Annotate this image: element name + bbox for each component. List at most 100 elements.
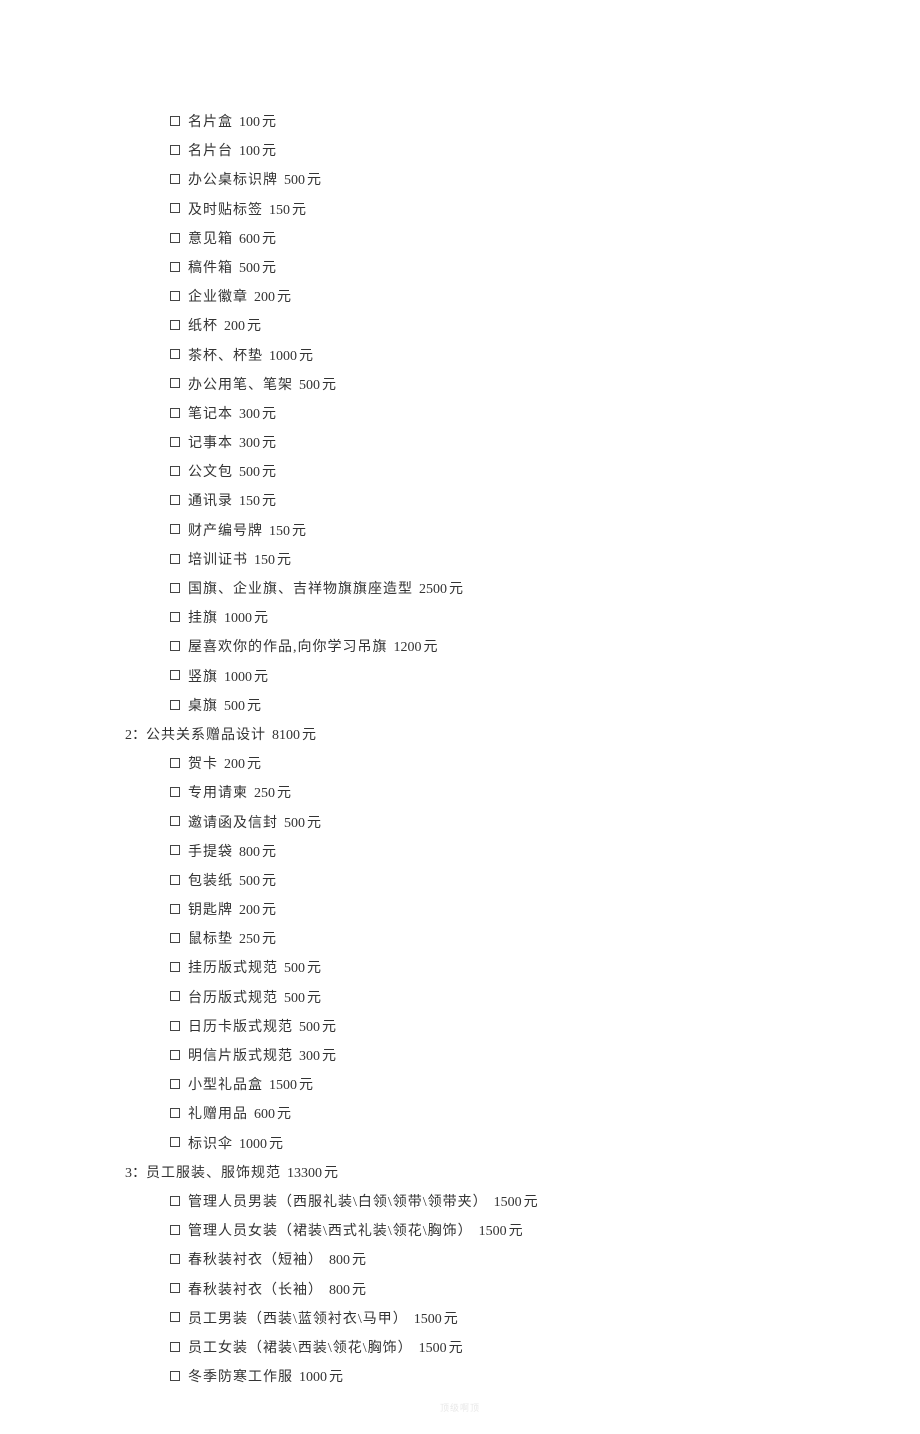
item-label: 礼赠用品 (188, 1107, 248, 1122)
list-item: 小型礼品盒1500元 (120, 1073, 800, 1098)
item-price: 150 (269, 524, 290, 539)
checkbox-bullet-icon (170, 524, 180, 534)
currency-unit: 元 (262, 436, 276, 451)
list-item: 冬季防寒工作服1000元 (120, 1365, 800, 1390)
list-item: 标识伞1000元 (120, 1132, 800, 1157)
currency-unit: 元 (302, 728, 316, 743)
list-item: 通讯录150元 (120, 489, 800, 514)
list-item: 纸杯200元 (120, 314, 800, 339)
checkbox-bullet-icon (170, 495, 180, 505)
section-header: 3：员工服装、服饰规范13300元 (120, 1161, 800, 1186)
document-page: 名片盒100元名片台100元办公桌标识牌500元及时贴标签150元意见箱600元… (0, 0, 920, 1434)
list-item: 及时贴标签150元 (120, 198, 800, 223)
item-label: 稿件箱 (188, 261, 233, 276)
list-item: 包装纸 500元 (120, 869, 800, 894)
item-label: 小型礼品盒 (188, 1078, 263, 1093)
list-item: 手提袋800元 (120, 840, 800, 865)
item-price: 200 (239, 903, 260, 918)
item-label: 挂旗 (188, 611, 218, 626)
checkbox-bullet-icon (170, 378, 180, 388)
currency-unit: 元 (262, 144, 276, 159)
item-label: 春秋装衬衣（短袖） (188, 1253, 323, 1268)
item-price: 500 (224, 699, 245, 714)
item-label: 名片台 (188, 144, 233, 159)
list-item: 专用请柬250元 (120, 781, 800, 806)
item-label: 培训证书 (188, 553, 248, 568)
currency-unit: 元 (307, 816, 321, 831)
item-price: 1500 (419, 1341, 447, 1356)
list-item: 办公用笔、笔架500元 (120, 373, 800, 398)
item-price: 1000 (224, 670, 252, 685)
currency-unit: 元 (247, 319, 261, 334)
checkbox-bullet-icon (170, 116, 180, 126)
list-item: 记事本300元 (120, 431, 800, 456)
currency-unit: 元 (424, 640, 438, 655)
item-label: 管理人员男装（西服礼装\白领\领带\领带夹） (188, 1195, 488, 1210)
item-price: 1000 (269, 349, 297, 364)
currency-unit: 元 (277, 786, 291, 801)
item-price: 500 (284, 816, 305, 831)
list-item: 屋喜欢你的作品,向你学习吊旗1200元 (120, 635, 800, 660)
section-prefix: 2： (125, 728, 146, 743)
list-item: 挂历版式规范500元 (120, 956, 800, 981)
currency-unit: 元 (262, 494, 276, 509)
currency-unit: 元 (292, 524, 306, 539)
item-price: 800 (329, 1283, 350, 1298)
list-item: 培训证书150元 (120, 548, 800, 573)
currency-unit: 元 (299, 349, 313, 364)
checkbox-bullet-icon (170, 875, 180, 885)
checkbox-bullet-icon (170, 758, 180, 768)
checkbox-bullet-icon (170, 1312, 180, 1322)
item-label: 手提袋 (188, 845, 233, 860)
checkbox-bullet-icon (170, 554, 180, 564)
list-item: 稿件箱500元 (120, 256, 800, 281)
list-item: 桌旗500元 (120, 694, 800, 719)
item-price: 500 (239, 465, 260, 480)
checkbox-bullet-icon (170, 845, 180, 855)
item-label: 挂历版式规范 (188, 961, 278, 976)
currency-unit: 元 (262, 874, 276, 889)
checkbox-bullet-icon (170, 583, 180, 593)
item-label: 办公用笔、笔架 (188, 378, 293, 393)
list-item: 茶杯、杯垫1000元 (120, 344, 800, 369)
checkbox-bullet-icon (170, 320, 180, 330)
item-price: 500 (239, 874, 260, 889)
currency-unit: 元 (329, 1370, 343, 1385)
list-item: 鼠标垫250元 (120, 927, 800, 952)
list-item: 日历卡版式规范500元 (120, 1015, 800, 1040)
list-item: 名片台100元 (120, 139, 800, 164)
item-label: 冬季防寒工作服 (188, 1370, 293, 1385)
currency-unit: 元 (307, 173, 321, 188)
currency-unit: 元 (262, 465, 276, 480)
item-label: 邀请函及信封 (188, 816, 278, 831)
item-price: 2500 (419, 582, 447, 597)
currency-unit: 元 (449, 582, 463, 597)
list-item: 春秋装衬衣（短袖）800元 (120, 1248, 800, 1273)
item-label: 包装纸 (188, 874, 233, 889)
currency-unit: 元 (262, 261, 276, 276)
currency-unit: 元 (254, 670, 268, 685)
section-header: 2：公共关系赠品设计8100元 (120, 723, 800, 748)
checkbox-bullet-icon (170, 1137, 180, 1147)
checkbox-bullet-icon (170, 991, 180, 1001)
item-price: 300 (299, 1049, 320, 1064)
item-label: 春秋装衬衣（长袖） (188, 1283, 323, 1298)
checkbox-bullet-icon (170, 904, 180, 914)
currency-unit: 元 (277, 290, 291, 305)
currency-unit: 元 (307, 991, 321, 1006)
currency-unit: 元 (262, 903, 276, 918)
checkbox-bullet-icon (170, 787, 180, 797)
page-footer: 顶级啊顶 (0, 1400, 920, 1416)
item-price: 1500 (479, 1224, 507, 1239)
item-price: 500 (284, 173, 305, 188)
list-item: 公文包500元 (120, 460, 800, 485)
item-label: 员工男装（西装\蓝领衬衣\马甲） (188, 1312, 408, 1327)
checkbox-bullet-icon (170, 816, 180, 826)
checkbox-bullet-icon (170, 291, 180, 301)
item-price: 600 (239, 232, 260, 247)
currency-unit: 元 (262, 932, 276, 947)
list-item: 名片盒100元 (120, 110, 800, 135)
item-label: 国旗、企业旗、吉祥物旗旗座造型 (188, 582, 413, 597)
currency-unit: 元 (524, 1195, 538, 1210)
list-item: 竖旗1000元 (120, 665, 800, 690)
